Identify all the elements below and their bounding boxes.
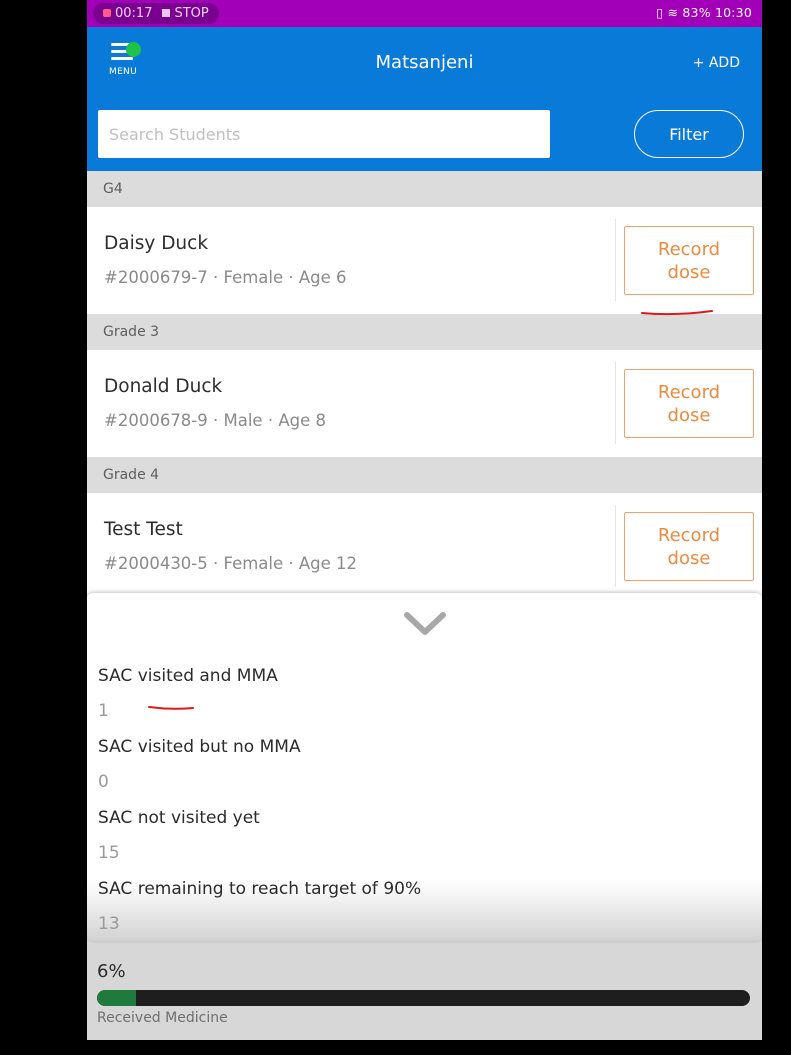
- app-bar: MENU Matsanjeni + ADD Filter: [87, 27, 762, 171]
- app-screen: 00:17 STOP ▯ ≋ 83% 10:30 MENU Matsanjeni…: [87, 0, 762, 1040]
- row-divider: [615, 362, 616, 444]
- status-indicators: ▯ ≋ 83% 10:30: [656, 5, 752, 20]
- student-row[interactable]: Daisy Duck #2000679-7 · Female · Age 6 R…: [87, 207, 762, 314]
- group-header: Grade 3: [87, 314, 762, 350]
- progress-track: [97, 990, 750, 1006]
- stat-value: 0: [98, 772, 109, 792]
- screen-recorder-pill[interactable]: 00:17 STOP: [93, 3, 219, 24]
- student-row[interactable]: Test Test #2000430-5 · Female · Age 12 R…: [87, 493, 762, 600]
- stat-label: SAC visited but no MMA: [98, 737, 301, 757]
- vibrate-icon: ▯: [656, 5, 664, 20]
- stop-recording-button[interactable]: STOP: [162, 6, 209, 21]
- progress-section: 6% Received Medicine: [87, 944, 762, 1040]
- wifi-icon: ≋: [667, 5, 679, 20]
- progress-fill: [97, 990, 137, 1006]
- red-underline-annotation: [641, 310, 713, 316]
- stop-label: STOP: [174, 6, 209, 21]
- stop-square-icon: [162, 9, 171, 17]
- red-underline-annotation: [148, 706, 194, 710]
- record-dose-button[interactable]: Record dose: [624, 369, 754, 438]
- progress-label: Received Medicine: [97, 1010, 228, 1026]
- search-input[interactable]: [98, 110, 550, 158]
- chevron-down-icon[interactable]: [403, 611, 447, 637]
- stat-value: 13: [98, 914, 120, 934]
- student-row[interactable]: Donald Duck #2000678-9 · Male · Age 8 Re…: [87, 350, 762, 457]
- recording-time-group: 00:17: [103, 6, 152, 21]
- student-name: Daisy Duck: [104, 233, 209, 254]
- group-header: G4: [87, 171, 762, 207]
- recording-time: 00:17: [115, 6, 153, 21]
- filter-button[interactable]: Filter: [634, 110, 744, 158]
- student-meta: #2000430-5 · Female · Age 12: [104, 554, 358, 573]
- stat-label: SAC not visited yet: [98, 808, 260, 828]
- row-divider: [615, 505, 616, 587]
- record-dose-button[interactable]: Record dose: [624, 226, 754, 295]
- page-title: Matsanjeni: [375, 52, 474, 73]
- stat-label: SAC remaining to reach target of 90%: [98, 879, 422, 899]
- progress-percent: 6%: [97, 961, 126, 982]
- summary-panel: SAC visited and MMA 1 SAC visited but no…: [87, 593, 762, 941]
- add-button[interactable]: + ADD: [693, 55, 740, 71]
- student-name: Donald Duck: [104, 376, 223, 397]
- stat-value: 1: [98, 701, 109, 721]
- stat-label: SAC visited and MMA: [98, 666, 278, 686]
- group-header: Grade 4: [87, 457, 762, 493]
- student-meta: #2000679-7 · Female · Age 6: [104, 268, 347, 287]
- stat-value: 15: [98, 843, 120, 863]
- student-name: Test Test: [104, 519, 183, 540]
- record-dose-button[interactable]: Record dose: [624, 512, 754, 581]
- student-meta: #2000678-9 · Male · Age 8: [104, 411, 326, 430]
- row-divider: [615, 219, 616, 301]
- status-bar: 00:17 STOP ▯ ≋ 83% 10:30: [87, 0, 762, 27]
- recording-dot-icon: [103, 9, 111, 17]
- battery-and-clock: 83% 10:30: [682, 5, 752, 20]
